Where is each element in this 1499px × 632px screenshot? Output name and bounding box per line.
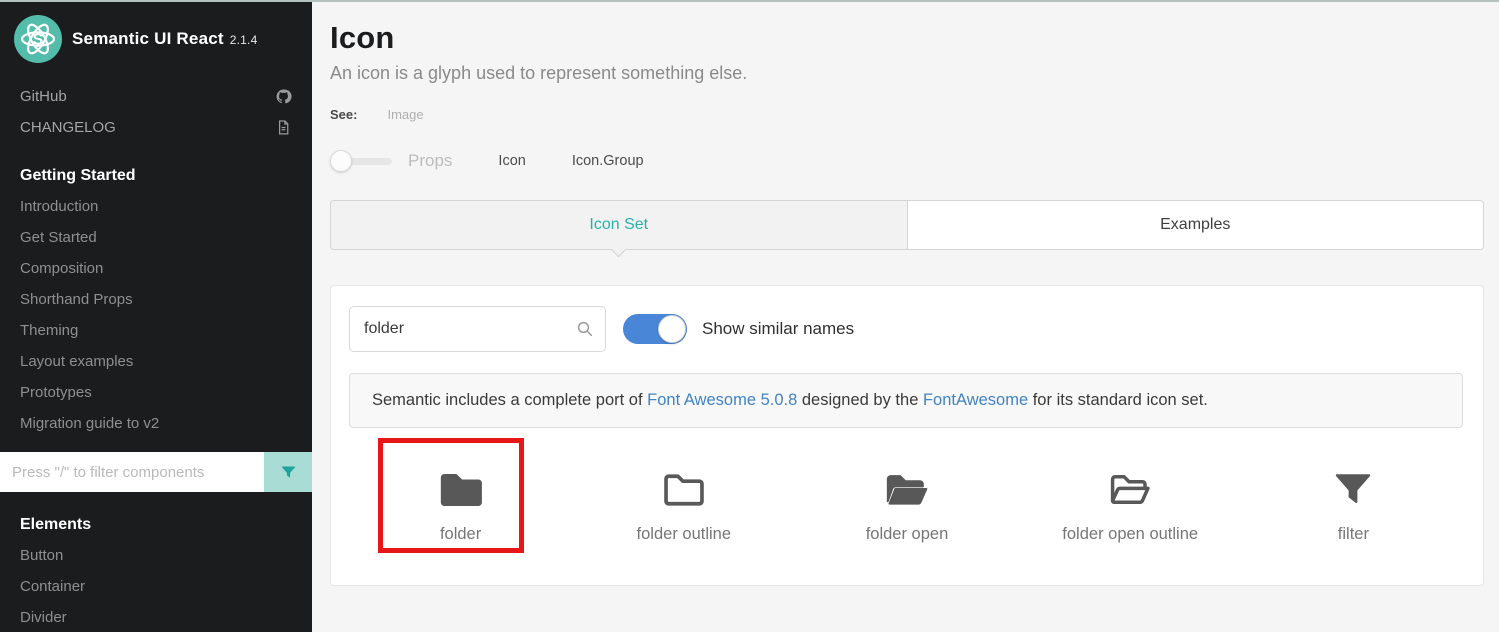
svg-text:S: S	[33, 32, 44, 49]
component-filter	[0, 452, 312, 492]
message-text: Semantic includes a complete port of	[372, 391, 647, 409]
changelog-link-label: CHANGELOG	[20, 119, 116, 136]
props-menu-icon[interactable]: Icon	[498, 153, 525, 169]
show-similar-names-toggle-knob	[658, 315, 686, 343]
folder-open-outline-icon	[1108, 468, 1152, 512]
font-awesome-link[interactable]: FontAwesome	[923, 391, 1028, 409]
github-icon	[275, 88, 292, 105]
props-toggle-knob	[330, 150, 352, 172]
sidebar-link-changelog[interactable]: CHANGELOG	[0, 112, 312, 143]
icon-result-folder-open-outline[interactable]: folder open outline	[1019, 468, 1242, 544]
github-link-label: GitHub	[20, 88, 67, 105]
filter-icon	[280, 464, 297, 481]
icon-result-label: folder	[440, 525, 481, 544]
message-text: designed by the	[797, 391, 923, 409]
page-title: Icon	[330, 20, 1499, 56]
icon-result-folder-open[interactable]: folder open	[795, 468, 1018, 544]
sidebar-item-introduction[interactable]: Introduction	[0, 191, 312, 222]
icon-set-panel: Show similar names Semantic includes a c…	[330, 285, 1484, 586]
show-similar-names-toggle[interactable]	[623, 314, 687, 344]
window-top-edge	[0, 0, 1499, 2]
sidebar-section-getting-started: Getting Started	[0, 143, 312, 191]
props-menu-icon-group[interactable]: Icon.Group	[572, 153, 644, 169]
search-icon	[576, 320, 594, 338]
file-icon	[275, 119, 292, 136]
sidebar-item-divider[interactable]: Divider	[0, 602, 312, 632]
folder-open-icon	[885, 468, 929, 512]
sidebar-item-theming[interactable]: Theming	[0, 315, 312, 346]
brand-header[interactable]: S Semantic UI React2.1.4	[0, 2, 312, 73]
icon-result-filter[interactable]: filter	[1242, 468, 1465, 544]
icon-result-label: folder outline	[637, 525, 731, 544]
message-text: for its standard icon set.	[1028, 391, 1208, 409]
icon-result-label: filter	[1338, 525, 1369, 544]
icon-search	[349, 306, 606, 352]
main-content: Icon An icon is a glyph used to represen…	[312, 2, 1499, 632]
sidebar-section-elements: Elements	[0, 492, 312, 540]
font-awesome-version-link[interactable]: Font Awesome 5.0.8	[647, 391, 797, 409]
tab-examples[interactable]: Examples	[907, 201, 1484, 249]
font-awesome-message: Semantic includes a complete port of Fon…	[349, 373, 1463, 428]
sidebar-item-container[interactable]: Container	[0, 571, 312, 602]
props-toggle[interactable]	[330, 150, 394, 172]
see-label: See:	[330, 107, 357, 122]
component-filter-button[interactable]	[264, 452, 312, 492]
page-subtitle: An icon is a glyph used to represent som…	[330, 63, 1499, 84]
brand-title: Semantic UI React2.1.4	[72, 29, 257, 49]
icon-result-folder-outline[interactable]: folder outline	[572, 468, 795, 544]
icon-result-folder[interactable]: folder	[349, 468, 572, 544]
sidebar-link-github[interactable]: GitHub	[0, 81, 312, 112]
sidebar-item-migration-guide[interactable]: Migration guide to v2	[0, 408, 312, 439]
tab-bar: Icon Set Examples	[330, 200, 1484, 250]
icon-search-input[interactable]	[349, 306, 606, 352]
sidebar-item-button[interactable]: Button	[0, 540, 312, 571]
sidebar-item-prototypes[interactable]: Prototypes	[0, 377, 312, 408]
sidebar-item-layout-examples[interactable]: Layout examples	[0, 346, 312, 377]
sidebar: S Semantic UI React2.1.4 GitHub CHANGELO…	[0, 2, 312, 632]
filter-icon	[1331, 468, 1375, 512]
see-link-image[interactable]: Image	[387, 107, 423, 122]
sidebar-item-composition[interactable]: Composition	[0, 253, 312, 284]
sidebar-item-get-started[interactable]: Get Started	[0, 222, 312, 253]
folder-icon	[439, 468, 483, 512]
brand-version: 2.1.4	[230, 33, 258, 47]
icon-results-grid: folder folder outline folder open	[349, 468, 1465, 544]
semantic-ui-logo-icon: S	[14, 15, 62, 63]
icon-result-label: folder open outline	[1062, 525, 1198, 544]
icon-result-label: folder open	[866, 525, 949, 544]
sidebar-item-shorthand-props[interactable]: Shorthand Props	[0, 284, 312, 315]
props-label: Props	[408, 151, 452, 171]
show-similar-names-label: Show similar names	[702, 319, 854, 339]
component-filter-input[interactable]	[0, 452, 264, 492]
folder-outline-icon	[662, 468, 706, 512]
